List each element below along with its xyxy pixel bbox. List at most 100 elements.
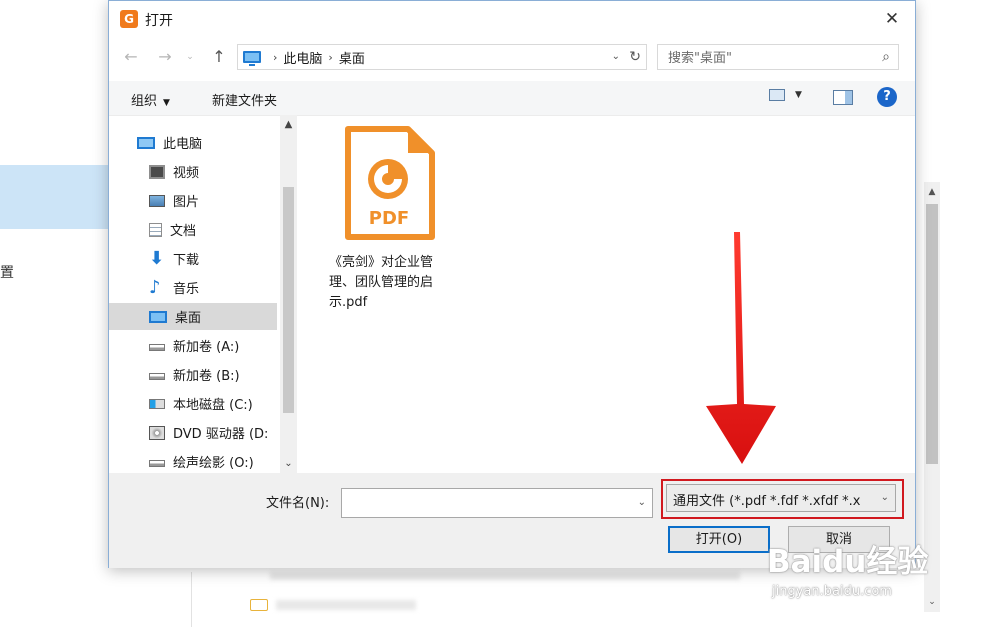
up-button[interactable]: ↑ [208, 45, 230, 69]
drive-icon [149, 460, 165, 467]
background-blurred-text [276, 600, 416, 610]
pdf-label: PDF [369, 208, 409, 229]
background-scrollbar[interactable]: ▲ ⌄ [924, 182, 940, 612]
background-divider [191, 572, 192, 627]
drive-icon [149, 373, 165, 380]
breadcrumb-item[interactable]: 此电脑 [283, 48, 322, 67]
sidebar-item-label: 新加卷 (A:) [173, 340, 240, 355]
close-button[interactable]: ✕ [877, 5, 907, 33]
sidebar-item-label: 图片 [173, 195, 200, 210]
address-bar[interactable]: › 此电脑 › 桌面 ⌄ ↻ [237, 44, 647, 70]
background-selected-row [0, 165, 108, 229]
sidebar-item-pictures[interactable]: 图片 [109, 187, 277, 214]
filename-combobox[interactable]: ⌄ [341, 488, 653, 518]
background-label: 置 [0, 265, 14, 281]
watermark-url: jingyan.baidu.com [772, 584, 892, 599]
background-blurred-text [270, 572, 740, 580]
music-icon: ♪ [149, 276, 161, 298]
sidebar-item-label: 绘声绘影 (O:) [173, 456, 254, 471]
command-toolbar: 组织 ▼ 新建文件夹 ▼ ? [109, 81, 915, 116]
sidebar-item-label: 此电脑 [163, 137, 203, 152]
sidebar-item-videos[interactable]: 视频 [109, 158, 277, 185]
foxit-app-icon: G [120, 10, 138, 28]
arrow-right-icon: → [158, 47, 172, 66]
background-list-item [250, 596, 416, 614]
sidebar-item-label: 新加卷 (B:) [173, 369, 240, 384]
sidebar-item-label: 文档 [170, 224, 197, 239]
dialog-titlebar: G 打开 ✕ [109, 1, 915, 37]
chevron-down-icon: ⌄ [186, 52, 194, 62]
sidebar-item-drive-o[interactable]: 绘声绘影 (O:) [109, 448, 277, 473]
close-icon: ✕ [884, 9, 900, 29]
view-icon [769, 89, 785, 101]
sidebar-item-label: 下载 [173, 253, 200, 268]
red-arrow-annotation [706, 232, 776, 464]
navigation-bar: ← → ⌄ ↑ › 此电脑 › 桌面 ⌄ ↻ ⌕ [109, 41, 915, 73]
scroll-up-icon[interactable]: ▲ [924, 184, 940, 200]
download-icon: ⬇ [149, 247, 165, 269]
sidebar-item-label: 桌面 [175, 311, 202, 326]
arrow-left-icon: ← [124, 47, 138, 66]
document-icon [149, 222, 162, 237]
forward-button[interactable]: → [154, 45, 176, 69]
folder-icon [250, 599, 268, 611]
pdf-file-icon: PDF [345, 126, 435, 240]
search-icon[interactable]: ⌕ [882, 49, 890, 65]
scroll-thumb[interactable] [926, 204, 938, 464]
breadcrumb-item[interactable]: 桌面 [339, 48, 365, 67]
refresh-icon[interactable]: ↻ [629, 45, 641, 69]
sidebar-item-drive-c[interactable]: 本地磁盘 (C:) [109, 390, 277, 417]
computer-icon [137, 136, 155, 149]
breadcrumb-separator-icon[interactable]: › [328, 51, 332, 64]
navigation-pane: 此电脑 视频 图片 文档 ⬇ 下载 ♪ 音乐 桌面 新加卷 (A:) 新加卷 (… [109, 115, 297, 473]
video-icon [149, 164, 165, 179]
cancel-button[interactable]: 取消 [788, 526, 890, 553]
open-button[interactable]: 打开(O) [668, 526, 770, 553]
sidebar-item-this-pc[interactable]: 此电脑 [109, 129, 277, 156]
caret-down-icon: ▼ [795, 90, 802, 100]
sidebar-item-downloads[interactable]: ⬇ 下载 [109, 245, 277, 272]
dialog-title: 打开 [145, 13, 173, 29]
breadcrumb-separator-icon[interactable]: › [273, 51, 277, 64]
change-view-button[interactable]: ▼ [769, 89, 802, 101]
file-type-highlight-box [661, 479, 904, 519]
scroll-down-icon[interactable]: ⌄ [280, 458, 297, 469]
sidebar-item-label: 本地磁盘 (C:) [173, 398, 253, 413]
search-input[interactable] [666, 48, 870, 68]
new-folder-button[interactable]: 新建文件夹 [212, 90, 277, 109]
system-drive-icon [149, 398, 165, 409]
sidebar-item-label: 视频 [173, 166, 200, 181]
caret-down-icon: ▼ [163, 98, 170, 108]
dvd-icon [149, 425, 165, 440]
scroll-down-icon[interactable]: ⌄ [924, 594, 940, 610]
filename-label: 文件名(N): [266, 496, 330, 511]
recent-locations-button[interactable]: ⌄ [183, 45, 197, 69]
file-name[interactable]: 《亮剑》对企业管理、团队管理的启示.pdf [329, 253, 439, 313]
search-box[interactable]: ⌕ [657, 44, 899, 70]
desktop-icon [149, 310, 167, 323]
sidebar-item-label: 音乐 [173, 282, 200, 297]
drive-icon [149, 344, 165, 351]
scroll-up-icon[interactable]: ▲ [280, 119, 297, 130]
sidebar-item-drive-b[interactable]: 新加卷 (B:) [109, 361, 277, 388]
computer-icon [243, 51, 261, 66]
back-button[interactable]: ← [120, 45, 142, 69]
sidebar-item-label: DVD 驱动器 (D: [173, 427, 269, 442]
file-list-area[interactable]: PDF 《亮剑》对企业管理、团队管理的启示.pdf [299, 115, 915, 473]
organize-label: 组织 [131, 94, 158, 109]
chevron-down-icon[interactable]: ⌄ [638, 489, 646, 517]
filename-input[interactable] [348, 494, 622, 514]
sidebar-item-music[interactable]: ♪ 音乐 [109, 274, 277, 301]
arrow-up-icon: ↑ [212, 47, 226, 66]
navigation-pane-scrollbar[interactable]: ▲ ⌄ [280, 115, 297, 473]
organize-button[interactable]: 组织 ▼ [131, 90, 170, 109]
picture-icon [149, 194, 165, 207]
chevron-down-icon[interactable]: ⌄ [612, 45, 620, 69]
sidebar-item-documents[interactable]: 文档 [109, 216, 277, 243]
scroll-thumb[interactable] [283, 187, 294, 413]
preview-pane-icon[interactable] [833, 90, 853, 105]
sidebar-item-desktop[interactable]: 桌面 [109, 303, 277, 330]
sidebar-item-dvd-drive[interactable]: DVD 驱动器 (D: [109, 419, 277, 446]
sidebar-item-drive-a[interactable]: 新加卷 (A:) [109, 332, 277, 359]
help-icon[interactable]: ? [877, 87, 897, 107]
